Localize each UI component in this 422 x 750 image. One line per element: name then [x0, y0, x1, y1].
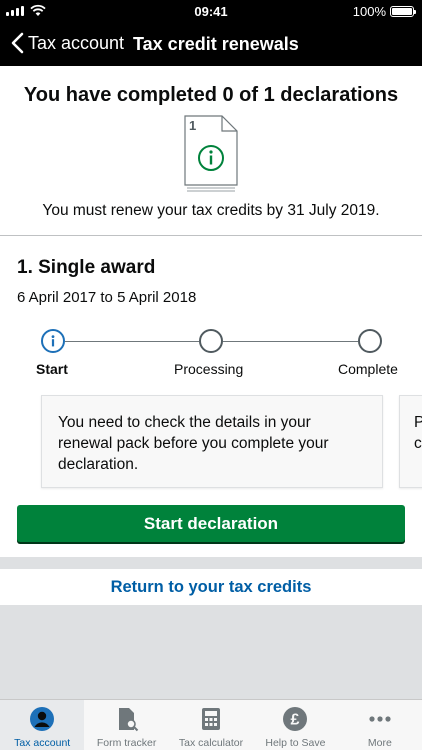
step-complete-icon	[358, 329, 382, 353]
tab-tax-calculator[interactable]: Tax calculator	[169, 700, 253, 750]
back-label: Tax account	[28, 32, 125, 53]
document-number: 1	[189, 118, 197, 133]
tab-label: More	[367, 737, 392, 749]
chevron-left-icon	[11, 32, 24, 54]
back-button[interactable]: Tax account	[10, 32, 124, 54]
tab-label: Tax calculator	[178, 737, 244, 749]
award-title: 1. Single award	[17, 257, 156, 278]
step-start-icon	[41, 329, 65, 353]
tab-help-to-save[interactable]: £ Help to Save	[253, 700, 337, 750]
calculator-icon	[202, 708, 221, 730]
battery-icon	[390, 6, 416, 17]
tab-bar: Tax account Form tracker Tax calculator …	[0, 699, 422, 750]
award-dates: 6 April 2017 to 5 April 2018	[17, 289, 197, 306]
navigation-bar: Tax account Tax credit renewals	[0, 22, 422, 66]
svg-text:£: £	[291, 712, 300, 729]
declarations-heading: You have completed 0 of 1 declarations	[23, 84, 399, 106]
renewal-deadline: You must renew your tax credits by 31 Ju…	[42, 202, 380, 219]
start-declaration-button[interactable]: Start declaration	[17, 505, 405, 542]
step-processing-icon	[199, 329, 223, 353]
next-step-card[interactable]: P c	[399, 395, 422, 488]
step-info-card: You need to check the details in your re…	[41, 395, 383, 488]
step-processing-label: Processing	[174, 361, 244, 377]
next-step-text: P c	[414, 414, 422, 452]
tab-tax-account[interactable]: Tax account	[0, 700, 85, 750]
tab-label: Form tracker	[96, 737, 157, 749]
tab-form-tracker[interactable]: Form tracker	[84, 700, 168, 750]
award-section: 1. Single award 6 April 2017 to 5 April …	[0, 237, 422, 557]
more-dots-icon	[369, 716, 391, 722]
tab-more[interactable]: More	[338, 700, 422, 750]
step-start-label: Start	[36, 361, 68, 377]
stepper-line	[223, 341, 358, 342]
section-divider	[0, 557, 422, 569]
tab-label: Help to Save	[265, 737, 326, 749]
stepper-line	[65, 341, 199, 342]
return-to-tax-credits-link[interactable]: Return to your tax credits	[0, 569, 422, 605]
empty-area	[0, 605, 422, 699]
form-search-icon	[118, 708, 138, 732]
battery-percentage: 100%	[352, 4, 386, 19]
pound-coin-icon: £	[283, 707, 308, 731]
tab-label: Tax account	[14, 737, 71, 749]
step-info-text: You need to check the details in your re…	[58, 414, 329, 473]
declarations-summary: You have completed 0 of 1 declarations 1…	[0, 66, 422, 236]
page-title: Tax credit renewals	[133, 34, 299, 54]
person-icon	[30, 707, 55, 731]
step-complete-label: Complete	[338, 361, 398, 377]
status-bar: 09:41 100%	[0, 0, 422, 22]
